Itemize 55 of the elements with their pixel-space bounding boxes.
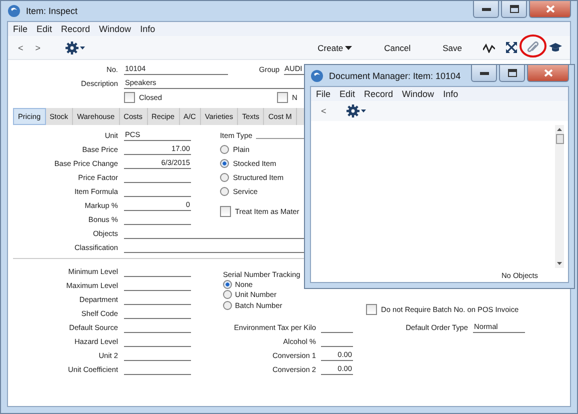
maximize-icon [510, 5, 518, 13]
scroll-down-icon[interactable] [557, 262, 562, 265]
minimize-icon [482, 8, 490, 10]
radio-button[interactable] [223, 300, 232, 310]
menu-item[interactable]: Info [443, 89, 458, 99]
menu-item[interactable]: File [13, 24, 28, 34]
menu-item[interactable]: Edit [340, 89, 356, 99]
radio-button[interactable] [223, 290, 232, 300]
maximize-icon [508, 69, 516, 77]
graduation-cap-icon[interactable] [548, 43, 562, 52]
caret-icon [345, 46, 352, 50]
paperclip-icon[interactable] [527, 41, 539, 54]
radio-button[interactable] [220, 158, 229, 168]
window-title: Item: Inspect [26, 6, 78, 16]
checkbox[interactable] [277, 92, 288, 102]
menu-item[interactable]: Info [140, 24, 156, 34]
forward-button[interactable]: > [29, 42, 47, 52]
checkbox[interactable] [220, 206, 231, 216]
close-icon [544, 69, 552, 77]
expand-icon[interactable] [506, 42, 516, 53]
toolbar-button[interactable]: Cancel [380, 42, 415, 52]
close-button[interactable] [527, 65, 569, 82]
highlight-circle [519, 34, 547, 58]
minimize-button[interactable] [471, 65, 497, 82]
app-icon [7, 4, 21, 18]
settings-icon[interactable] [346, 104, 366, 118]
back-button[interactable]: < [315, 106, 332, 116]
scrollbar[interactable] [555, 125, 564, 268]
line-chart-icon[interactable] [483, 42, 495, 52]
maximize-button[interactable] [499, 65, 525, 82]
radio-button[interactable] [220, 144, 229, 154]
scroll-thumb[interactable] [556, 134, 564, 144]
close-button[interactable] [529, 1, 571, 18]
menu-item[interactable]: Window [402, 89, 434, 99]
minimize-icon [480, 72, 488, 74]
minimize-button[interactable] [473, 1, 499, 18]
toolbar-button[interactable]: Create [314, 42, 356, 52]
radio-button[interactable] [220, 186, 229, 196]
menu-item[interactable]: Edit [36, 24, 52, 34]
toolbar-button[interactable]: Save [438, 42, 466, 52]
menu-item[interactable]: Record [364, 89, 394, 99]
back-button[interactable]: < [12, 42, 30, 52]
menu-item[interactable]: Record [61, 24, 90, 34]
window-title: Document Manager: Item: 10104 [329, 70, 461, 80]
radio-button[interactable] [223, 280, 232, 289]
maximize-button[interactable] [501, 1, 527, 18]
checkbox[interactable] [366, 304, 377, 314]
menu-item[interactable]: Window [99, 24, 132, 34]
radio-button[interactable] [220, 172, 229, 182]
checkbox[interactable] [124, 92, 135, 102]
menu-item[interactable]: File [316, 89, 331, 99]
app-icon [310, 68, 324, 82]
close-icon [546, 5, 554, 13]
settings-icon[interactable] [64, 40, 85, 54]
scroll-up-icon[interactable] [557, 128, 562, 131]
